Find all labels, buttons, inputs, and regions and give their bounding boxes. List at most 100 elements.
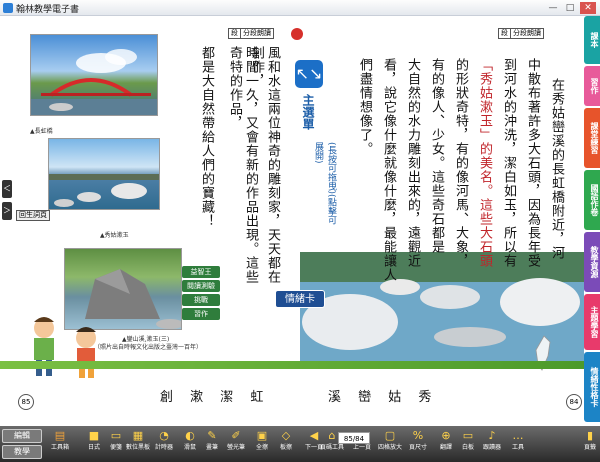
menu-workbook[interactable]: 習作 [182, 308, 220, 320]
back-to-vocab-link[interactable]: 回生詞頁 [16, 210, 50, 221]
tab-class-practice[interactable]: 課堂練習 [584, 108, 600, 168]
photo-river-rocks [48, 138, 160, 210]
toolbar-item-icon: ✎ [207, 429, 217, 442]
segment-read-button-right[interactable]: 分段朗讀 [510, 28, 544, 39]
ground-strip [0, 361, 584, 369]
rocks-illustration [49, 174, 159, 207]
right-text-column-5: 的形狀奇特，有的像河馬、大象， [453, 58, 468, 268]
right-text-column-2: 中散布著許多大石頭，因為長年受 [525, 58, 540, 268]
nav-back-arrow-icon[interactable]: ＜ [2, 180, 12, 198]
ebook-page-spread: ＜ ＞ ▲長虹橋 ▲秀姑漱玉 回生詞頁 ▲鑾山溪,漱玉(三) （照片出自時報文化… [0, 16, 584, 426]
toolbar-item-icon: ◇ [281, 429, 291, 442]
vocab-row-right: 溪 巒 姑 秀 [328, 386, 436, 405]
minimize-button[interactable]: — [545, 2, 561, 14]
toolbar-item[interactable]: ■ 日式 [82, 428, 106, 460]
toolbar-item-icon: ✐ [231, 429, 241, 442]
toolbar-item-icon: … [512, 429, 524, 442]
pin-icon [291, 28, 303, 40]
window-title: 翰林教學電子書 [16, 5, 80, 15]
nav-forward-arrow-icon[interactable]: ＞ [2, 202, 12, 220]
toolbar-item-label: 四格放大 [378, 444, 403, 451]
left-text-column-2: 時間一久，又會有新的作品出現。這些奇特的作品， [227, 46, 258, 284]
toolbar-item-icon: ♪ [488, 429, 496, 442]
toolbar-item[interactable]: … 工具 [506, 428, 530, 460]
right-text-column-7: 大自然的水力雕刻出來的，遠觀近 [405, 58, 420, 268]
toolbar-item-label: 工具 [511, 444, 524, 451]
toolbar-item-icon: % [412, 429, 424, 442]
toolbar-item-label: 頁碼工具 [320, 444, 345, 451]
edit-button[interactable]: 編輯 [2, 429, 42, 443]
vocab-char[interactable]: 秀 [418, 386, 436, 405]
toolbar-item[interactable]: % 頁尺寸 [406, 428, 430, 460]
tab-mandarin-worksheet[interactable]: 國語作卷 [584, 170, 600, 230]
toolbar-item[interactable]: ▭ 便箋 [104, 428, 128, 460]
toolbar-item[interactable]: ▭ 白板 [456, 428, 480, 460]
toolbar-item[interactable]: ✐ 螢光筆 [224, 428, 248, 460]
toolbox-icon: ▤ [54, 429, 66, 442]
toolbar-item-label: 頁尺寸 [408, 444, 427, 451]
app-icon [3, 3, 13, 13]
main-menu-button[interactable]: ↖↘ [295, 60, 323, 88]
left-text-column-3: 都是大自然帶給人們的寶藏！ [199, 46, 214, 228]
vocab-char[interactable]: 漱 [190, 386, 208, 405]
vocab-char[interactable]: 虹 [250, 386, 268, 405]
toolbar-item[interactable]: ◇ 板擦 [274, 428, 298, 460]
toolbar-item-icon: ◐ [185, 429, 195, 442]
toolbar-item[interactable]: ♪ 跟讀器 [480, 428, 504, 460]
toolbar-item[interactable]: ▢ 四格放大 [378, 428, 402, 460]
maximize-button[interactable]: □ [562, 2, 578, 14]
emotion-card-button[interactable]: 情緒卡 [275, 290, 325, 308]
vocab-row-left: 創 漱 潔 虹 [160, 386, 268, 405]
toolbar-item-icon: ▭ [462, 429, 474, 442]
vocab-char[interactable]: 潔 [220, 386, 238, 405]
toolbar-item-label: 板擦 [279, 444, 292, 451]
tab-emotion-cards[interactable]: 情緒性格卡 [584, 352, 600, 422]
page-number-right: 84 [566, 394, 582, 410]
toolbar-item[interactable]: ▦ 數位黑板 [126, 428, 150, 460]
toolbox-button[interactable]: ▤ 工具箱 [46, 428, 74, 460]
right-text-column-8: 看，說它像什麼就像什麼，最能讓人 [381, 58, 396, 282]
toolbar-item[interactable]: ▮ 頁籤 [578, 428, 600, 460]
toolbar-item[interactable]: ◔ 計時器 [152, 428, 176, 460]
menu-quiz-king[interactable]: 益智王 [182, 266, 220, 278]
caption-rocks: ▲秀姑漱玉 [100, 232, 129, 239]
vocab-char[interactable]: 溪 [328, 386, 346, 405]
toolbar-item-label: 翻譯 [439, 444, 452, 451]
toolbar-item[interactable]: ▣ 全擦 [250, 428, 274, 460]
tab-theme-learning[interactable]: 主題學習 [584, 294, 600, 350]
bottom-toolbar: 編輯 教學 ▤ 工具箱 ■ 日式 ▭ 便箋 ▦ 數位黑板 ◔ 計時器 ◐ 滑鼠 ✎ 畫筆 ✐ 螢光筆 ▣ 全擦… [0, 426, 600, 462]
toolbox-label: 工具箱 [50, 444, 69, 451]
toolbar-item-label: 數位黑板 [126, 444, 151, 451]
toolbar-item-icon: ◔ [159, 429, 169, 442]
page-number-input[interactable]: 85/84 [338, 432, 370, 444]
vocab-char[interactable]: 姑 [388, 386, 406, 405]
toolbar-item-icon: ▣ [256, 429, 268, 442]
toolbar-item[interactable]: ◐ 滑鼠 [178, 428, 202, 460]
tab-workbook[interactable]: 習作 [584, 66, 600, 106]
toolbar-item-label: 滑鼠 [183, 444, 196, 451]
right-text-column-9: 們盡情想像了。 [357, 58, 372, 156]
menu-challenge[interactable]: 挑戰 [182, 294, 220, 306]
toolbar-item[interactable]: ✎ 畫筆 [200, 428, 224, 460]
toolbar-item-label: 計時器 [154, 444, 173, 451]
segment-read-button-left[interactable]: 分段朗讀 [240, 28, 274, 39]
toolbar-item-icon: ▭ [110, 429, 122, 442]
photo-rainbow-bridge [30, 34, 158, 116]
title-bar: 翰林教學電子書 — □ ✕ [0, 0, 600, 16]
toolbar-item[interactable]: ⊕ 翻譯 [434, 428, 458, 460]
vocab-char[interactable]: 創 [160, 386, 178, 405]
toolbar-item-icon: ⊕ [441, 429, 451, 442]
menu-reading-test[interactable]: 閱讀測驗 [182, 280, 220, 292]
right-tab-bar: 課本 習作 課堂練習 國語作卷 教學資源 主題學習 情緒性格卡 [584, 16, 600, 426]
right-text-column-4: 「秀姑漱玉」的美名。這些大石頭 [477, 58, 492, 268]
toolbar-item-label: 便箋 [109, 444, 122, 451]
close-button[interactable]: ✕ [580, 2, 596, 14]
vocab-char[interactable]: 巒 [358, 386, 376, 405]
toolbar-item-label: 螢光筆 [226, 444, 245, 451]
tab-textbook[interactable]: 課本 [584, 16, 600, 64]
tab-teaching-resources[interactable]: 教學資源 [584, 232, 600, 292]
teach-button[interactable]: 教學 [2, 445, 42, 459]
main-menu-hint: (長按可拖曳)(點擊可展開) [313, 142, 336, 225]
children-illustration [34, 317, 96, 378]
toolbar-item-icon: ▦ [132, 429, 144, 442]
